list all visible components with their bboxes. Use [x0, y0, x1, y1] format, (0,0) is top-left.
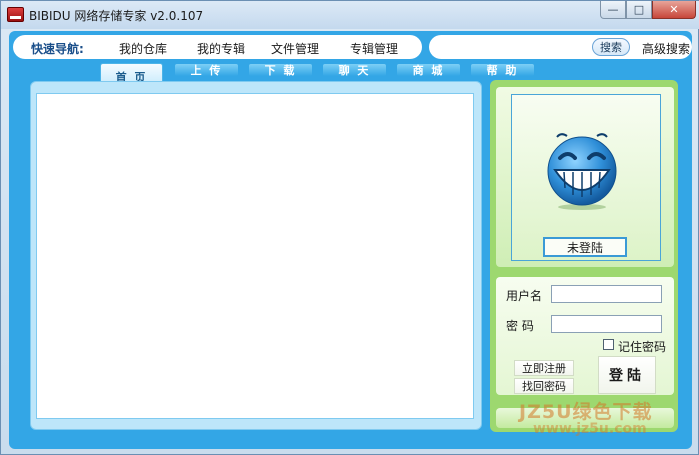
advanced-search-link[interactable]: 高级搜索 [642, 40, 690, 57]
content-area[interactable] [36, 93, 474, 419]
search-button[interactable]: 搜索 [592, 38, 630, 56]
username-field[interactable] [551, 285, 662, 303]
tab-chat[interactable]: 聊 天 [323, 64, 386, 77]
quick-nav-title: 快速导航: [31, 42, 84, 56]
close-button[interactable]: ✕ [652, 1, 696, 19]
nav-link-my-warehouse[interactable]: 我的仓库 [119, 40, 167, 57]
remember-password-checkbox[interactable] [603, 339, 614, 350]
watermark-url: www.jz5u.com [533, 421, 647, 437]
password-label: 密 码 [506, 319, 534, 333]
window-controls: — □ ✕ [600, 1, 696, 19]
tab-help[interactable]: 帮 助 [471, 64, 534, 77]
tab-upload[interactable]: 上 传 [175, 64, 238, 77]
title-bar[interactable]: BIBIDU 网络存储专家 v2.0.107 — □ ✕ [1, 1, 699, 29]
app-logo-icon [7, 7, 24, 22]
recover-password-button[interactable]: 找回密码 [514, 378, 574, 394]
password-field[interactable] [551, 315, 662, 333]
smiley-avatar-icon [547, 133, 617, 210]
maximize-button[interactable]: □ [626, 1, 652, 19]
username-label: 用户名 [506, 289, 543, 303]
watermark-text: JZ5U绿色下载 [519, 401, 653, 423]
tab-store[interactable]: 商 城 [397, 64, 460, 77]
window-title: BIBIDU 网络存储专家 v2.0.107 [29, 9, 204, 23]
app-window: BIBIDU 网络存储专家 v2.0.107 — □ ✕ 快速导航: 我的仓库 … [0, 0, 699, 455]
tab-download[interactable]: 下 载 [249, 64, 312, 77]
nav-link-album-management[interactable]: 专辑管理 [350, 40, 398, 57]
quick-nav-bar: 快速导航: 我的仓库 我的专辑 文件管理 专辑管理 [13, 35, 422, 59]
login-status-button[interactable]: 未登陆 [543, 237, 627, 257]
register-button[interactable]: 立即注册 [514, 360, 574, 376]
remember-password-label: 记住密码 [618, 340, 667, 354]
login-button[interactable]: 登陆 [598, 356, 656, 394]
minimize-button[interactable]: — [600, 1, 626, 19]
nav-link-my-album[interactable]: 我的专辑 [197, 40, 245, 57]
nav-link-file-management[interactable]: 文件管理 [271, 40, 319, 57]
search-bar[interactable]: 搜索 高级搜索 [429, 35, 692, 59]
